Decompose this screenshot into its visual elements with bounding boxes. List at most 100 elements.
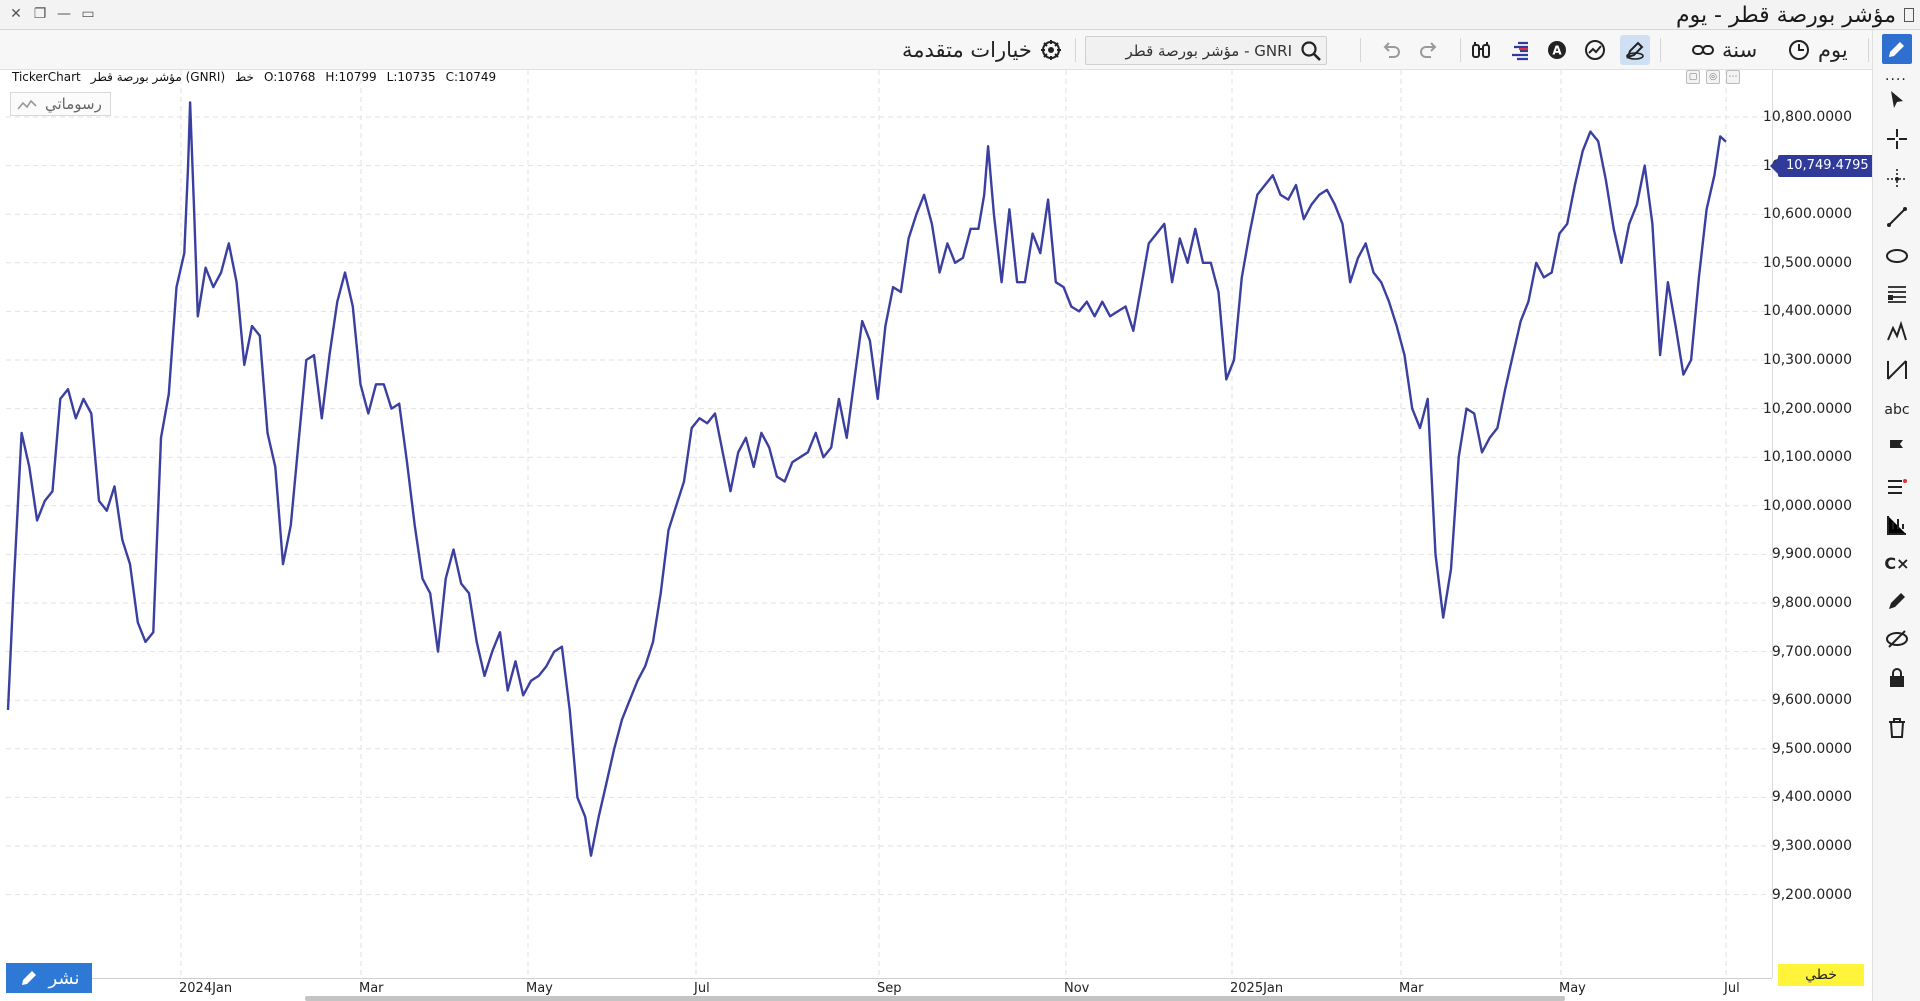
fibonacci-tool[interactable] — [1882, 355, 1912, 385]
gear-icon — [1040, 39, 1062, 61]
chart-grid — [6, 70, 1772, 978]
horizontal-line-tool[interactable] — [1882, 164, 1912, 194]
info-name: مؤشر بورصة قطر (GNRI) — [90, 70, 226, 84]
drawings-label: رسوماتي — [45, 95, 102, 113]
current-price-badge: 10,749.4795 — [1770, 155, 1875, 177]
compare-button[interactable] — [1466, 35, 1496, 65]
toolbar-separator — [1360, 38, 1361, 62]
chart-scrollbar[interactable] — [305, 996, 1565, 1001]
channel-tool[interactable] — [1882, 279, 1912, 309]
volume-profile-button[interactable] — [1504, 35, 1534, 65]
publish-button[interactable]: نشر — [6, 963, 92, 993]
price-line — [6, 101, 1727, 857]
clock-icon — [1788, 39, 1810, 61]
maximize-panel-icon[interactable]: ▢ — [1686, 70, 1700, 84]
symbol-search[interactable] — [1085, 36, 1328, 65]
price-tick-label: 10,000.0000 — [1762, 497, 1852, 514]
panel-more-icon[interactable]: ⋯ — [1726, 70, 1740, 84]
price-chart[interactable] — [6, 70, 1772, 978]
price-axis[interactable]: 10,800.000010,700.000010,600.000010,500.… — [1763, 70, 1872, 978]
symbol-search-input[interactable] — [1086, 37, 1328, 64]
line-chart-icon — [17, 97, 37, 111]
price-tick-label: 10,300.0000 — [1762, 352, 1852, 368]
indicator-icon — [1584, 39, 1606, 61]
time-tick-label: 2024Jan — [179, 981, 233, 996]
drawing-toggle-button[interactable] — [1620, 35, 1650, 65]
info-style: خط — [235, 70, 254, 84]
pin-icon[interactable]: ▭ — [80, 4, 96, 24]
toolbar-separator — [1460, 38, 1461, 62]
svg-text:A: A — [1552, 44, 1562, 58]
toolbar-separator — [1868, 38, 1869, 62]
pattern-icon — [1885, 320, 1909, 344]
window-title: مؤشر بورصة قطر - يوم — [1675, 3, 1896, 28]
indicators-button[interactable] — [1580, 35, 1610, 65]
search-icon[interactable] — [1300, 40, 1322, 62]
magnet-tool[interactable]: C× — [1882, 548, 1912, 578]
auto-a-icon: A — [1546, 39, 1568, 61]
info-close: C:10749 — [445, 70, 497, 84]
price-tick-label: 9,800.0000 — [1771, 595, 1852, 611]
crosshair-tool[interactable] — [1882, 124, 1912, 154]
range-button[interactable]: سنة — [1692, 35, 1757, 65]
shape-tool[interactable] — [1882, 241, 1912, 271]
time-tick-label: Sep — [877, 981, 902, 996]
chart-info-line: TickerChart مؤشر بورصة قطر (GNRI) خط O:1076… — [12, 70, 506, 84]
minimize-icon[interactable]: — — [56, 4, 72, 24]
ellipse-icon — [1885, 244, 1909, 268]
lock-drawings-tool[interactable] — [1882, 663, 1912, 693]
drawing-mode-button[interactable] — [1882, 34, 1912, 64]
price-tick-label: 9,700.0000 — [1771, 643, 1852, 660]
price-tick-label: 9,900.0000 — [1771, 546, 1852, 563]
auto-analysis-button[interactable]: A — [1542, 35, 1572, 65]
toolbar-separator — [1660, 38, 1661, 62]
drawings-list-tool[interactable] — [1882, 472, 1912, 502]
delete-drawings-tool[interactable] — [1882, 713, 1912, 743]
hide-drawings-tool[interactable] — [1882, 624, 1912, 654]
title-bar: ✕ ❐ — ▭ مؤشر بورصة قطر - يوم — [0, 0, 1920, 30]
restore-icon[interactable]: ❐ — [32, 4, 48, 24]
time-tick-label: 2025Jan — [1230, 981, 1284, 996]
lock-icon — [1885, 666, 1909, 690]
text-abc-icon: abc — [1884, 402, 1910, 418]
eye-off-icon — [1885, 627, 1909, 651]
app-window: ✕ ❐ — ▭ مؤشر بورصة قطر - يوم خيارات متقد… — [0, 0, 1920, 1001]
eraser-pencil-icon — [1885, 589, 1909, 613]
range-label: سنة — [1722, 38, 1758, 62]
drawing-toolbar: ···· abc C× — [1872, 30, 1920, 1001]
window-menu-icon[interactable] — [1904, 8, 1914, 22]
chart-panel[interactable] — [6, 70, 1772, 978]
crosshair-dotted-icon — [1885, 167, 1909, 191]
erase-drawings-tool[interactable] — [1882, 586, 1912, 616]
time-tick-label: Jul — [694, 981, 710, 996]
time-tick-label: May — [1559, 981, 1586, 996]
cursor-icon — [1885, 88, 1909, 112]
scale-type-button[interactable]: خطي — [1778, 964, 1864, 986]
panel-settings-icon[interactable]: ◎ — [1706, 70, 1720, 84]
close-icon[interactable]: ✕ — [8, 4, 24, 24]
redo-button[interactable] — [1414, 35, 1444, 65]
info-open: O:10768 — [263, 70, 316, 84]
advanced-options-button[interactable]: خيارات متقدمة — [902, 35, 1062, 65]
channel-icon — [1885, 282, 1909, 306]
drawings-legend[interactable]: رسوماتي — [10, 92, 111, 116]
price-tick-label: 9,300.0000 — [1771, 838, 1852, 854]
pattern-tool[interactable] — [1882, 317, 1912, 347]
info-high: H:10799 — [325, 70, 377, 84]
volume-profile-icon — [1508, 39, 1530, 61]
pointer-tool[interactable] — [1882, 85, 1912, 115]
price-tick-label: 10,600.0000 — [1762, 206, 1852, 223]
price-tick-label: 9,600.0000 — [1771, 692, 1852, 709]
undo-button[interactable] — [1376, 35, 1406, 65]
flag-tool[interactable] — [1882, 433, 1912, 463]
text-tool[interactable]: abc — [1882, 395, 1912, 425]
measure-tool[interactable] — [1882, 510, 1912, 540]
info-low: L:10735 — [386, 70, 436, 84]
period-button[interactable]: يوم — [1788, 35, 1848, 65]
price-tick-label: 9,400.0000 — [1771, 789, 1852, 806]
pencil-icon — [1885, 37, 1909, 61]
pencil-icon — [19, 968, 39, 988]
price-tick-label: 10,800.0000 — [1762, 109, 1852, 125]
ruler-chart-icon — [1885, 513, 1909, 537]
trendline-tool[interactable] — [1882, 202, 1912, 232]
